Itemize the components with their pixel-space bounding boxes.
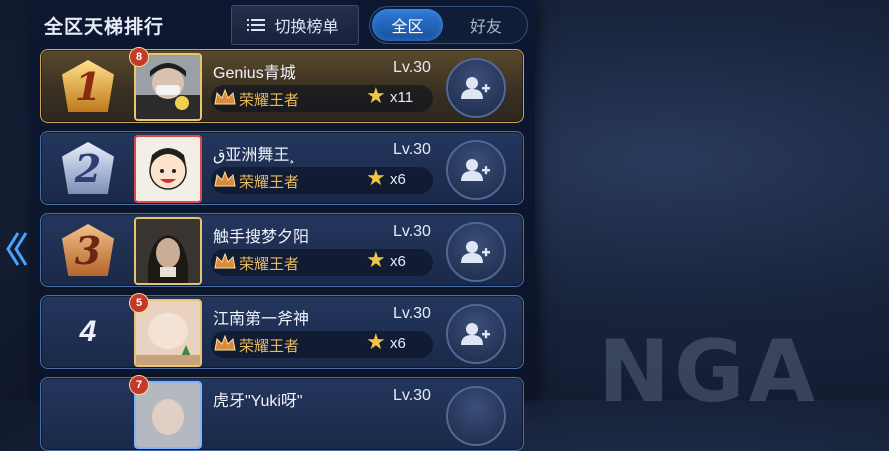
table-row[interactable]: 2 ق亚洲舞王¸ Lv.30 荣耀王者 ★ x6 [40, 131, 524, 205]
player-level: Lv.30 [393, 141, 431, 158]
add-friend-button[interactable] [446, 58, 506, 118]
star-icon: ★ [366, 165, 386, 190]
list-icon [247, 19, 266, 31]
region-toggle: 全区 好友 [369, 6, 528, 44]
rank-badge: 2 [55, 140, 121, 196]
star-icon: ★ [366, 247, 386, 272]
rank-badge: 1 [55, 58, 121, 114]
rank-title: 荣耀王者 [239, 338, 300, 355]
player-level: Lv.30 [393, 305, 431, 322]
add-friend-icon [461, 323, 490, 345]
crown-icon [213, 250, 237, 274]
player-name: 虎牙"Yuki呀" [213, 393, 303, 410]
star-count: x6 [390, 171, 406, 188]
avatar[interactable] [134, 135, 202, 203]
star-icon: ★ [366, 83, 386, 108]
player-name: 触手搜梦夕阳 [213, 229, 310, 246]
rank-badge: 3 [55, 222, 121, 278]
add-friend-icon [461, 159, 490, 181]
table-row[interactable]: 4 5 江南第一斧神 Lv.30 荣耀王者 ★ x6 [40, 293, 524, 369]
player-name: 江南第一斧神 [213, 311, 310, 328]
rank-number: 1 [62, 60, 114, 112]
player-name: Genius青城 [213, 65, 296, 82]
leaderboard-header: 全区天梯排行 切换榜单 全区 好友 [30, 0, 535, 48]
player-level: Lv.30 [393, 223, 431, 240]
player-level: Lv.30 [393, 387, 431, 404]
rank-badge: 4 [55, 304, 121, 360]
level-badge: 8 [129, 47, 149, 67]
switch-leaderboard-button[interactable]: 切换榜单 [231, 5, 359, 45]
player-level: Lv.30 [393, 59, 431, 76]
add-friend-button[interactable] [446, 222, 506, 282]
rank-number: 2 [62, 142, 114, 194]
add-friend-icon [461, 77, 490, 99]
player-name: ق亚洲舞王¸ [213, 147, 295, 164]
switch-leaderboard-label: 切换榜单 [274, 19, 339, 36]
rank-title: 荣耀王者 [239, 92, 300, 109]
crown-icon [213, 332, 237, 356]
add-friend-button[interactable] [446, 386, 506, 446]
star-icon: ★ [366, 329, 386, 354]
level-badge: 5 [129, 293, 149, 313]
avatar[interactable] [134, 217, 202, 285]
table-row[interactable]: 7 虎牙"Yuki呀" Lv.30 [40, 375, 524, 451]
star-count: x11 [390, 89, 414, 106]
level-badge: 7 [129, 375, 149, 395]
star-count: x6 [390, 253, 406, 270]
tab-friends[interactable]: 好友 [450, 9, 522, 41]
add-friend-icon [461, 241, 490, 263]
rank-title: 荣耀王者 [239, 174, 300, 191]
rank-number: 4 [79, 315, 97, 348]
page-title: 全区天梯排行 [44, 17, 165, 38]
add-friend-button[interactable] [446, 304, 506, 364]
add-friend-button[interactable] [446, 140, 506, 200]
star-count: x6 [390, 335, 406, 352]
nga-watermark: NGA [598, 322, 820, 422]
rank-number: 3 [62, 224, 114, 276]
crown-icon [213, 86, 237, 110]
tab-all-region[interactable]: 全区 [372, 9, 443, 41]
table-row[interactable]: 3 触手搜梦夕阳 Lv.30 荣耀王者 ★ x6 [40, 213, 524, 287]
table-row[interactable]: 1 8 Genius青城 Lv.30 荣耀王者 ★ x11 [40, 47, 524, 123]
rank-title: 荣耀王者 [239, 256, 300, 273]
crown-icon [213, 168, 237, 192]
collapse-arrow-icon[interactable] [4, 229, 28, 274]
leaderboard-panel: 全区天梯排行 切换榜单 全区 好友 1 8 Genius青城 Lv.30 荣耀王… [30, 0, 535, 451]
